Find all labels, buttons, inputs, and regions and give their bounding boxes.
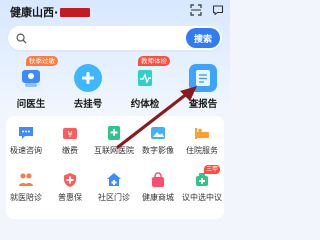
service-escort[interactable]: 就医陪诊: [2, 171, 50, 203]
checkup-icon: [131, 64, 159, 92]
service-label: 极速咨询: [10, 146, 42, 155]
service-label: 社区门诊: [98, 193, 130, 202]
app-title: 健康山西·: [10, 6, 59, 19]
svg-text:¥: ¥: [67, 130, 72, 139]
inpatient-icon: [193, 124, 211, 142]
service-label: 就医陪诊: [10, 193, 42, 202]
search-input[interactable]: 搜索: [8, 26, 222, 50]
escort-icon: [17, 171, 35, 189]
mall-icon: [149, 171, 167, 189]
service-digital-imaging[interactable]: 数字影像: [134, 124, 182, 156]
service-payment[interactable]: ¥ 缴费: [46, 124, 94, 156]
message-icon[interactable]: [212, 4, 224, 16]
redacted-location: [60, 7, 91, 17]
search-icon: [16, 33, 27, 44]
image-icon: [149, 124, 167, 142]
scan-icon[interactable]: [190, 4, 202, 16]
service-label: 缴费: [62, 146, 78, 155]
quick-action-register[interactable]: 去挂号: [63, 58, 113, 110]
quick-action-checkup[interactable]: 教师体检 约体检: [120, 56, 170, 110]
service-label: 住院服务: [186, 146, 218, 155]
quick-action-report[interactable]: 查报告: [178, 58, 228, 110]
services-card: 极速咨询 ¥ 缴费 互联网医院 数字影像 住院服务 就医陪诊 普惠保 社区门诊 …: [6, 116, 224, 219]
quick-action-ask-doctor[interactable]: 秋季过敏 问医生: [6, 56, 58, 110]
service-insurance[interactable]: 普惠保: [46, 171, 94, 203]
quick-action-label: 查报告: [188, 99, 218, 110]
quick-action-label: 去挂号: [73, 99, 103, 110]
quick-action-tag: 秋季过敏: [26, 56, 58, 66]
service-tag: 三甲: [203, 165, 220, 174]
report-icon: [189, 64, 217, 92]
app-title-row: 健康山西·: [10, 4, 91, 20]
service-label: 数字影像: [142, 146, 174, 155]
hospital-icon: [105, 124, 123, 142]
service-fast-consult[interactable]: 极速咨询: [2, 124, 50, 156]
quick-action-label: 问医生: [16, 99, 46, 110]
quick-action-label: 约体检: [130, 99, 160, 110]
service-label: 互联网医院: [94, 146, 134, 155]
service-label: 议中选中议: [182, 193, 222, 202]
service-label: 健康商城: [142, 193, 174, 202]
service-inpatient[interactable]: 住院服务: [178, 124, 226, 156]
community-icon: [105, 171, 123, 189]
service-label: 普惠保: [58, 193, 82, 202]
chat-icon: [17, 124, 35, 142]
service-health-mall[interactable]: 健康商城: [134, 171, 182, 203]
service-internet-hospital[interactable]: 互联网医院: [90, 124, 138, 156]
quick-action-tag: 教师体检: [138, 56, 170, 66]
plus-icon: [74, 64, 102, 92]
search-button[interactable]: 搜索: [186, 28, 220, 48]
quick-actions: 秋季过敏 问医生 去挂号 教师体检 约体检 查报告: [0, 56, 230, 114]
payment-icon: ¥: [61, 124, 79, 142]
doctor-icon: [17, 64, 45, 92]
service-medicine[interactable]: 三甲 议中选中议: [178, 165, 226, 203]
service-community-clinic[interactable]: 社区门诊: [90, 171, 138, 203]
header-icons: [190, 4, 224, 16]
insurance-icon: [61, 171, 79, 189]
